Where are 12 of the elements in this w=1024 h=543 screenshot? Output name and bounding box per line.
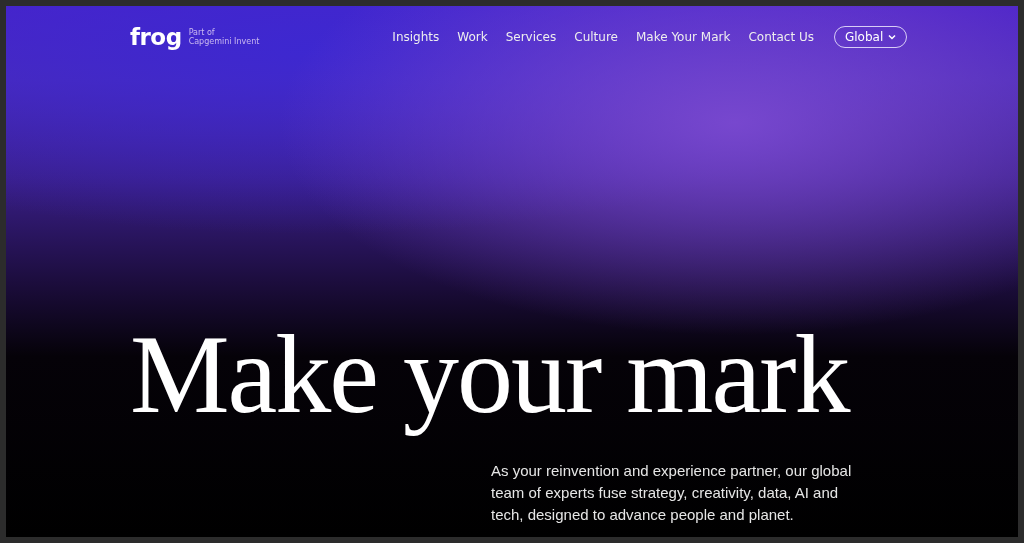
hero-description: As your reinvention and experience partner, our global team of experts fuse strategy, creativity, data, AI and tech, designed to advance people and planet. <box>491 461 853 525</box>
nav-link[interactable]: Contact Us <box>748 30 814 44</box>
nav-link[interactable]: Insights <box>392 30 440 44</box>
nav-link[interactable]: Work <box>457 30 488 44</box>
chevron-down-icon <box>888 34 897 40</box>
frog-logo[interactable]: frog <box>130 24 182 50</box>
nav-link[interactable]: Make Your Mark <box>635 30 731 44</box>
nav-link[interactable]: Services <box>505 30 557 44</box>
nav-link[interactable]: Culture <box>574 30 618 44</box>
logo-tagline: Part of <box>188 28 216 37</box>
hero-headline: Make your mark <box>129 311 849 438</box>
logo-tagline: Capgemini Invent <box>188 37 260 46</box>
